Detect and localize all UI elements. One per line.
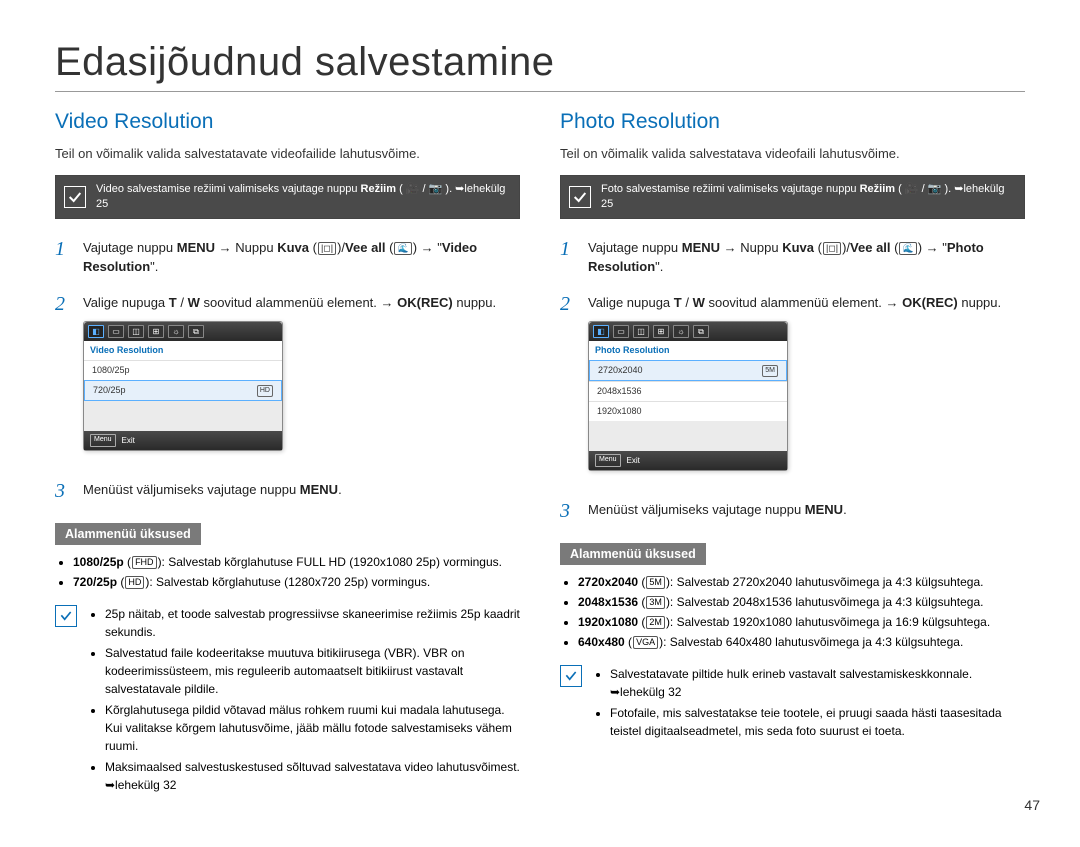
tab-icon: ◫	[633, 325, 649, 338]
device-option: 1080/25p	[84, 360, 282, 380]
tab-icon: ⊞	[148, 325, 164, 338]
tab-icon: ☼	[168, 325, 184, 338]
tab-icon: ⧉	[188, 325, 204, 338]
page-number: 47	[1024, 797, 1040, 813]
tab-icon: ▭	[613, 325, 629, 338]
section-heading: Photo Resolution	[560, 110, 1025, 134]
tip-item: Salvestatud faile kodeeritakse muutuva b…	[105, 644, 520, 698]
intro-text: Teil on võimalik valida salvestatavate v…	[55, 146, 520, 161]
exit-label: Exit	[627, 455, 640, 467]
intro-text: Teil on võimalik valida salvestatava vid…	[560, 146, 1025, 161]
mode-note: Video salvestamise režiimi valimiseks va…	[55, 175, 520, 219]
device-screenshot: ◧ ▭ ◫ ⊞ ☼ ⧉ Video Resolution 1080/25p 72…	[83, 321, 283, 450]
page-title: Edasijõudnud salvestamine	[55, 40, 1025, 92]
steps-list: Vajutage nuppu MENU → Nuppu Kuva (|◻|)/V…	[55, 239, 520, 501]
note-prefix: Video salvestamise režiimi valimiseks va…	[96, 183, 361, 195]
check-icon	[569, 186, 591, 208]
submenu-list: 1080/25p (FHD): Salvestab kõrglahutuse F…	[55, 553, 520, 591]
device-option-selected: 2720x20405M	[589, 360, 787, 381]
submenu-list: 2720x2040 (5M): Salvestab 2720x2040 lahu…	[560, 573, 1025, 651]
tip-item: 25p näitab, et toode salvestab progressi…	[105, 605, 520, 641]
info-icon	[55, 605, 77, 627]
tip-item: Salvestatavate piltide hulk erineb vasta…	[610, 665, 1025, 701]
device-option-selected: 720/25pHD	[84, 380, 282, 401]
steps-list: Vajutage nuppu MENU → Nuppu Kuva (|◻|)/V…	[560, 239, 1025, 521]
device-menu-title: Video Resolution	[84, 341, 282, 360]
tip-box: 25p näitab, et toode salvestab progressi…	[55, 605, 520, 797]
tab-icon: ⊞	[653, 325, 669, 338]
device-menu-title: Photo Resolution	[589, 341, 787, 360]
note-prefix: Foto salvestamise režiimi valimiseks vaj…	[601, 183, 860, 195]
device-option: 1920x1080	[589, 401, 787, 421]
tab-icon: ◫	[128, 325, 144, 338]
submenu-header: Alammenüü üksused	[560, 543, 706, 565]
check-icon	[64, 186, 86, 208]
note-bold: Režiim	[361, 183, 396, 195]
tab-icon: ⧉	[693, 325, 709, 338]
tab-icon: ◧	[88, 325, 104, 338]
tab-icon: ◧	[593, 325, 609, 338]
mode-note: Foto salvestamise režiimi valimiseks vaj…	[560, 175, 1025, 219]
note-bold: Režiim	[860, 183, 895, 195]
section-heading: Video Resolution	[55, 110, 520, 134]
photo-resolution-section: Photo Resolution Teil on võimalik valida…	[560, 110, 1025, 797]
tab-icon: ▭	[108, 325, 124, 338]
submenu-header: Alammenüü üksused	[55, 523, 201, 545]
video-resolution-section: Video Resolution Teil on võimalik valida…	[55, 110, 520, 797]
tip-item: Maksimaalsed salvestuskestused sõltuvad …	[105, 758, 520, 794]
device-screenshot: ◧ ▭ ◫ ⊞ ☼ ⧉ Photo Resolution 2720x20405M…	[588, 321, 788, 470]
exit-label: Exit	[122, 435, 135, 447]
tip-item: Fotofaile, mis salvestatakse teie tootel…	[610, 704, 1025, 740]
device-option: 2048x1536	[589, 381, 787, 401]
tip-item: Kõrglahutusega pildid võtavad mälus rohk…	[105, 701, 520, 755]
tab-icon: ☼	[673, 325, 689, 338]
info-icon	[560, 665, 582, 687]
tip-box: Salvestatavate piltide hulk erineb vasta…	[560, 665, 1025, 743]
